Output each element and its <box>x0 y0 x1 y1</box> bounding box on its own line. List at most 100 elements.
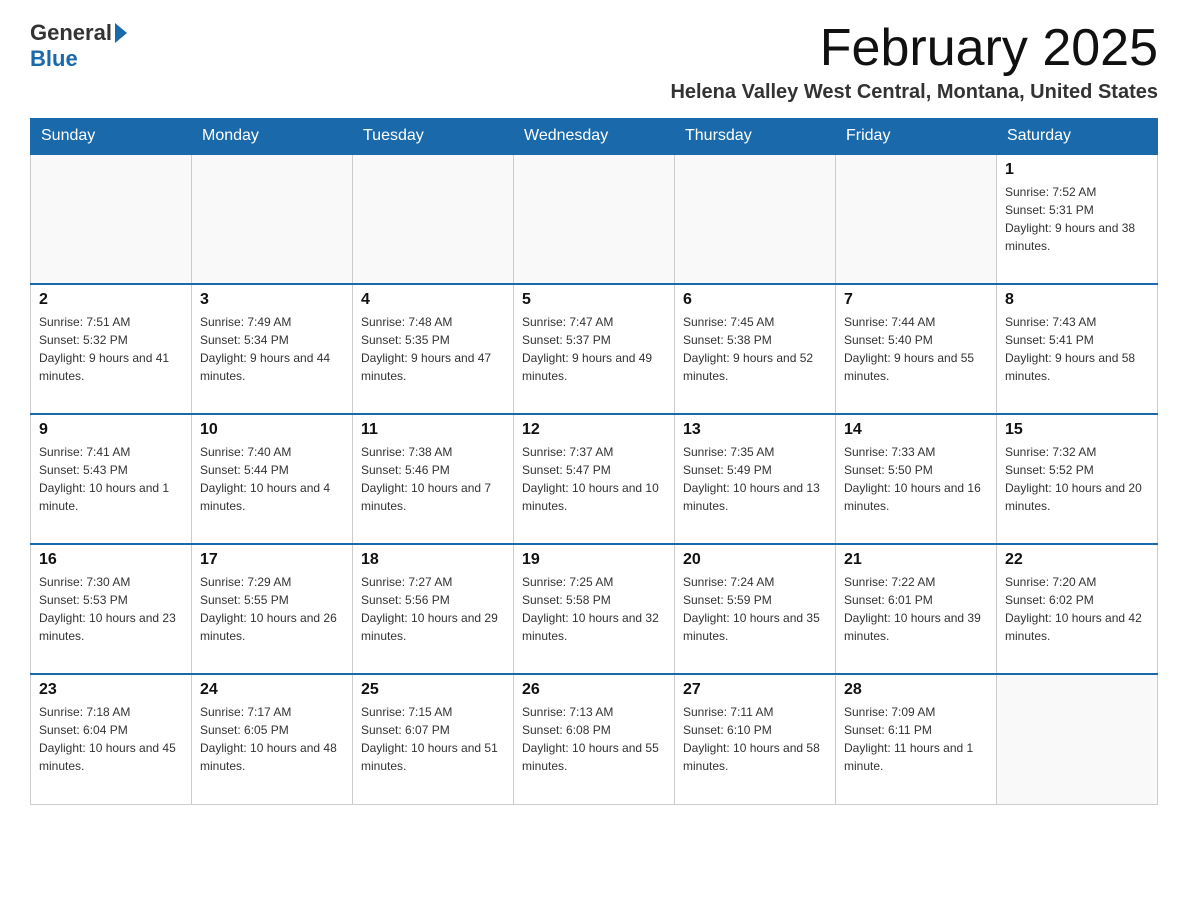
calendar-cell-2: 2 Sunrise: 7:51 AMSunset: 5:32 PMDaylight… <box>31 284 192 414</box>
day-info: Sunrise: 7:37 AMSunset: 5:47 PMDaylight:… <box>522 443 666 515</box>
calendar-cell-empty-0-3 <box>514 154 675 284</box>
day-number: 22 <box>1005 551 1149 569</box>
day-info: Sunrise: 7:24 AMSunset: 5:59 PMDaylight:… <box>683 573 827 645</box>
calendar-cell-empty-0-1 <box>192 154 353 284</box>
calendar-cell-9: 9 Sunrise: 7:41 AMSunset: 5:43 PMDaylight… <box>31 414 192 544</box>
day-info: Sunrise: 7:09 AMSunset: 6:11 PMDaylight:… <box>844 703 988 775</box>
day-number: 9 <box>39 421 183 439</box>
calendar-cell-10: 10 Sunrise: 7:40 AMSunset: 5:44 PMDayligh… <box>192 414 353 544</box>
calendar-cell-empty-0-4 <box>675 154 836 284</box>
calendar-cell-25: 25 Sunrise: 7:15 AMSunset: 6:07 PMDayligh… <box>353 674 514 804</box>
day-info: Sunrise: 7:40 AMSunset: 5:44 PMDaylight:… <box>200 443 344 515</box>
calendar-cell-23: 23Sunrise: 7:18 AMSunset: 6:04 PMDayligh… <box>31 674 192 804</box>
calendar-weekday-sunday: Sunday <box>31 119 192 155</box>
calendar-week-row-4: 16 Sunrise: 7:30 AMSunset: 5:53 PMDayligh… <box>31 544 1158 674</box>
calendar-cell-11: 11 Sunrise: 7:38 AMSunset: 5:46 PMDayligh… <box>353 414 514 544</box>
logo-general-text: General <box>30 20 112 46</box>
calendar-cell-5: 5 Sunrise: 7:47 AMSunset: 5:37 PMDaylight… <box>514 284 675 414</box>
day-number: 8 <box>1005 291 1149 309</box>
calendar-weekday-tuesday: Tuesday <box>353 119 514 155</box>
calendar-header-row: SundayMondayTuesdayWednesdayThursdayFrid… <box>31 119 1158 155</box>
logo: General Blue <box>30 20 130 72</box>
day-info: Sunrise: 7:51 AMSunset: 5:32 PMDaylight:… <box>39 313 183 385</box>
calendar-cell-13: 13 Sunrise: 7:35 AMSunset: 5:49 PMDayligh… <box>675 414 836 544</box>
day-number: 3 <box>200 291 344 309</box>
calendar-cell-1: 1Sunrise: 7:52 AMSunset: 5:31 PMDaylight… <box>997 154 1158 284</box>
day-number: 24 <box>200 681 344 699</box>
day-number: 6 <box>683 291 827 309</box>
calendar-cell-22: 22Sunrise: 7:20 AMSunset: 6:02 PMDayligh… <box>997 544 1158 674</box>
calendar-cell-20: 20 Sunrise: 7:24 AMSunset: 5:59 PMDayligh… <box>675 544 836 674</box>
day-number: 4 <box>361 291 505 309</box>
day-info: Sunrise: 7:33 AMSunset: 5:50 PMDaylight:… <box>844 443 988 515</box>
calendar-cell-16: 16 Sunrise: 7:30 AMSunset: 5:53 PMDayligh… <box>31 544 192 674</box>
day-info: Sunrise: 7:47 AMSunset: 5:37 PMDaylight:… <box>522 313 666 385</box>
day-number: 17 <box>200 551 344 569</box>
day-number: 5 <box>522 291 666 309</box>
calendar-cell-15: 15Sunrise: 7:32 AMSunset: 5:52 PMDayligh… <box>997 414 1158 544</box>
calendar-cell-4: 4 Sunrise: 7:48 AMSunset: 5:35 PMDaylight… <box>353 284 514 414</box>
day-info: Sunrise: 7:18 AMSunset: 6:04 PMDaylight:… <box>39 703 183 775</box>
page-title: February 2025 <box>670 20 1158 77</box>
calendar-cell-18: 18 Sunrise: 7:27 AMSunset: 5:56 PMDayligh… <box>353 544 514 674</box>
calendar-cell-19: 19 Sunrise: 7:25 AMSunset: 5:58 PMDayligh… <box>514 544 675 674</box>
day-number: 16 <box>39 551 183 569</box>
day-info: Sunrise: 7:17 AMSunset: 6:05 PMDaylight:… <box>200 703 344 775</box>
day-number: 20 <box>683 551 827 569</box>
day-info: Sunrise: 7:25 AMSunset: 5:58 PMDaylight:… <box>522 573 666 645</box>
day-number: 2 <box>39 291 183 309</box>
calendar-cell-21: 21 Sunrise: 7:22 AMSunset: 6:01 PMDayligh… <box>836 544 997 674</box>
calendar-weekday-friday: Friday <box>836 119 997 155</box>
day-info: Sunrise: 7:41 AMSunset: 5:43 PMDaylight:… <box>39 443 183 515</box>
calendar-weekday-saturday: Saturday <box>997 119 1158 155</box>
day-info: Sunrise: 7:52 AMSunset: 5:31 PMDaylight:… <box>1005 183 1149 255</box>
calendar-cell-27: 27Sunrise: 7:11 AMSunset: 6:10 PMDayligh… <box>675 674 836 804</box>
calendar-cell-17: 17 Sunrise: 7:29 AMSunset: 5:55 PMDayligh… <box>192 544 353 674</box>
logo-blue-text: Blue <box>30 46 78 71</box>
day-number: 28 <box>844 681 988 699</box>
calendar-cell-12: 12 Sunrise: 7:37 AMSunset: 5:47 PMDayligh… <box>514 414 675 544</box>
page-header: General Blue February 2025 Helena Valley… <box>30 20 1158 104</box>
day-info: Sunrise: 7:30 AMSunset: 5:53 PMDaylight:… <box>39 573 183 645</box>
day-info: Sunrise: 7:22 AMSunset: 6:01 PMDaylight:… <box>844 573 988 645</box>
day-info: Sunrise: 7:38 AMSunset: 5:46 PMDaylight:… <box>361 443 505 515</box>
calendar-cell-26: 26 Sunrise: 7:13 AMSunset: 6:08 PMDayligh… <box>514 674 675 804</box>
day-number: 26 <box>522 681 666 699</box>
calendar-week-row-3: 9 Sunrise: 7:41 AMSunset: 5:43 PMDaylight… <box>31 414 1158 544</box>
day-info: Sunrise: 7:32 AMSunset: 5:52 PMDaylight:… <box>1005 443 1149 515</box>
calendar-cell-8: 8 Sunrise: 7:43 AMSunset: 5:41 PMDaylight… <box>997 284 1158 414</box>
title-block: February 2025 Helena Valley West Central… <box>670 20 1158 104</box>
calendar-week-row-1: 1Sunrise: 7:52 AMSunset: 5:31 PMDaylight… <box>31 154 1158 284</box>
calendar-cell-28: 28 Sunrise: 7:09 AMSunset: 6:11 PMDayligh… <box>836 674 997 804</box>
calendar-cell-empty-0-0 <box>31 154 192 284</box>
day-info: Sunrise: 7:27 AMSunset: 5:56 PMDaylight:… <box>361 573 505 645</box>
calendar-cell-14: 14Sunrise: 7:33 AMSunset: 5:50 PMDayligh… <box>836 414 997 544</box>
day-info: Sunrise: 7:35 AMSunset: 5:49 PMDaylight:… <box>683 443 827 515</box>
day-info: Sunrise: 7:45 AMSunset: 5:38 PMDaylight:… <box>683 313 827 385</box>
calendar-week-row-5: 23Sunrise: 7:18 AMSunset: 6:04 PMDayligh… <box>31 674 1158 804</box>
calendar-cell-empty-4-6 <box>997 674 1158 804</box>
day-number: 13 <box>683 421 827 439</box>
day-info: Sunrise: 7:44 AMSunset: 5:40 PMDaylight:… <box>844 313 988 385</box>
day-info: Sunrise: 7:48 AMSunset: 5:35 PMDaylight:… <box>361 313 505 385</box>
day-info: Sunrise: 7:15 AMSunset: 6:07 PMDaylight:… <box>361 703 505 775</box>
day-number: 18 <box>361 551 505 569</box>
day-info: Sunrise: 7:29 AMSunset: 5:55 PMDaylight:… <box>200 573 344 645</box>
day-info: Sunrise: 7:13 AMSunset: 6:08 PMDaylight:… <box>522 703 666 775</box>
day-number: 10 <box>200 421 344 439</box>
day-number: 21 <box>844 551 988 569</box>
day-number: 19 <box>522 551 666 569</box>
page-subtitle: Helena Valley West Central, Montana, Uni… <box>670 81 1158 104</box>
calendar-weekday-thursday: Thursday <box>675 119 836 155</box>
day-number: 27 <box>683 681 827 699</box>
day-info: Sunrise: 7:43 AMSunset: 5:41 PMDaylight:… <box>1005 313 1149 385</box>
calendar-cell-empty-0-2 <box>353 154 514 284</box>
day-number: 11 <box>361 421 505 439</box>
calendar-cell-6: 6 Sunrise: 7:45 AMSunset: 5:38 PMDaylight… <box>675 284 836 414</box>
day-number: 7 <box>844 291 988 309</box>
day-number: 12 <box>522 421 666 439</box>
day-number: 25 <box>361 681 505 699</box>
calendar-cell-empty-0-5 <box>836 154 997 284</box>
day-info: Sunrise: 7:49 AMSunset: 5:34 PMDaylight:… <box>200 313 344 385</box>
calendar-table: SundayMondayTuesdayWednesdayThursdayFrid… <box>30 118 1158 805</box>
